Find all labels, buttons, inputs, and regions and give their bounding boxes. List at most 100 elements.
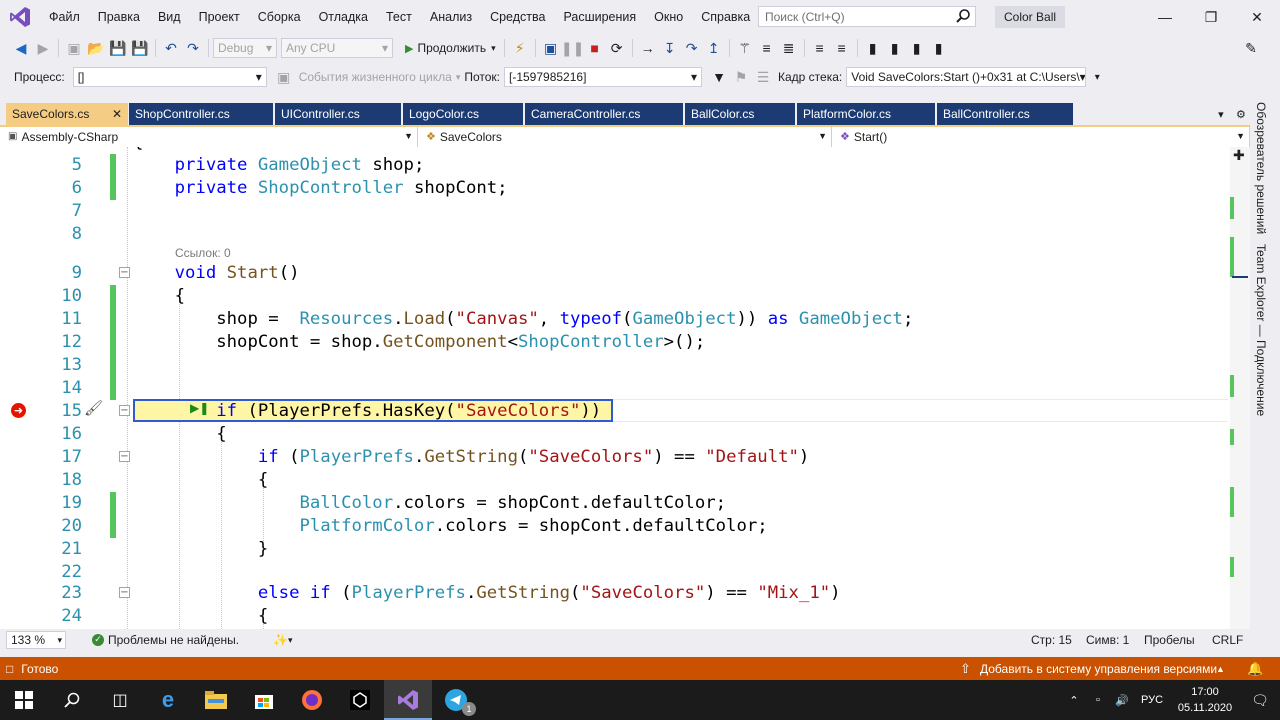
tab-cameracontroller[interactable]: CameraController.cs (525, 103, 683, 125)
problems-status[interactable]: Проблемы не найдены. (108, 633, 239, 647)
redo-icon[interactable]: ↷ (182, 37, 204, 59)
live-share-icon[interactable]: ✎ (1240, 37, 1262, 59)
step-into-icon[interactable]: ↧ (659, 37, 681, 59)
task-view-icon[interactable]: ◫ (96, 680, 144, 720)
unity-icon[interactable] (336, 680, 384, 720)
back-icon[interactable]: ◀ (10, 37, 32, 59)
menu-project[interactable]: Проект (190, 0, 249, 34)
open-folder-icon[interactable]: 📂 (85, 37, 107, 59)
edge-icon[interactable]: e (144, 680, 192, 720)
process-select[interactable]: [] ▾ (72, 67, 267, 87)
tab-ballcolor[interactable]: BallColor.cs (685, 103, 795, 125)
file-explorer-icon[interactable] (192, 680, 240, 720)
bookmark-icon[interactable]: ▮ (862, 37, 884, 59)
telegram-icon[interactable]: 1 (432, 680, 480, 720)
prev-bookmark-icon[interactable]: ▮ (884, 37, 906, 59)
step-out-icon[interactable]: ↥ (703, 37, 725, 59)
filter-icon[interactable]: ▼ (708, 66, 730, 88)
save-all-icon[interactable]: 💾 (129, 37, 151, 59)
menu-test[interactable]: Тест (377, 0, 421, 34)
menu-debug[interactable]: Отладка (310, 0, 377, 34)
chevron-up-icon[interactable]: ▲ (1216, 664, 1225, 674)
minimize-icon[interactable]: — (1142, 0, 1188, 34)
continue-button[interactable]: ▶ Продолжить ▾ (401, 41, 500, 55)
chevron-up-icon[interactable]: ⌃ (1062, 694, 1086, 707)
tab-shopcontroller[interactable]: ShopController.cs (129, 103, 273, 125)
store-icon[interactable] (240, 680, 288, 720)
visual-studio-taskbar-icon[interactable] (384, 680, 432, 720)
step-over-icon[interactable]: ↷ (681, 37, 703, 59)
keyboard-language[interactable]: РУС (1134, 694, 1170, 706)
close-icon[interactable]: ✕ (1234, 0, 1280, 34)
toolbar-overflow-icon[interactable]: ▾ (1086, 66, 1108, 88)
collapse-icon[interactable]: − (119, 405, 130, 416)
member-select[interactable]: ❖ Start() ▼ (832, 127, 1250, 147)
class-select[interactable]: ❖ SaveColors ▼ (418, 127, 832, 147)
lifecycle-events-label[interactable]: События жизненного цикла (295, 70, 456, 84)
line-ending[interactable]: CRLF (1212, 633, 1243, 647)
format-icon[interactable]: ≡ (756, 37, 778, 59)
notifications-bell-icon[interactable]: 🔔 (1247, 661, 1263, 677)
stack-frame-select[interactable]: Void SaveColors:Start ()+0x31 at C:\User… (846, 67, 1087, 87)
codelens-references[interactable]: Ссылок: 0 (175, 246, 231, 260)
platform-select[interactable]: Any CPU ▾ (281, 38, 393, 58)
output-window-icon[interactable]: □ (6, 662, 13, 676)
windows-start-icon[interactable] (0, 680, 48, 720)
pause-icon[interactable]: ❚❚ (561, 37, 584, 59)
collapse-icon[interactable]: − (119, 267, 130, 278)
config-select[interactable]: Debug ▾ (213, 38, 277, 58)
whitespace-mode[interactable]: Пробелы (1144, 633, 1195, 647)
new-project-icon[interactable]: ▣ (63, 37, 85, 59)
comment-icon[interactable]: ≣ (778, 37, 800, 59)
visual-studio-logo-icon[interactable] (0, 0, 40, 34)
menu-analyze[interactable]: Анализ (421, 0, 481, 34)
search-icon[interactable] (48, 680, 96, 720)
search-input[interactable]: Поиск (Ctrl+Q) (758, 6, 976, 27)
clear-bookmarks-icon[interactable]: ▮ (928, 37, 950, 59)
screenshot-icon[interactable]: ▣ (540, 37, 562, 59)
tab-platformcolor[interactable]: PlatformColor.cs (797, 103, 935, 125)
undo-icon[interactable]: ↶ (160, 37, 182, 59)
menu-file[interactable]: Файл (40, 0, 89, 34)
action-center-icon[interactable]: 🗨 (1240, 692, 1280, 709)
attach-icon[interactable]: ⚡ (509, 37, 531, 59)
clock[interactable]: 17:00 05.11.2020 (1170, 684, 1240, 716)
menu-view[interactable]: Вид (149, 0, 190, 34)
chevron-down-icon[interactable]: ▾ (288, 635, 293, 646)
menu-window[interactable]: Окно (645, 0, 692, 34)
show-next-statement-icon[interactable]: → (637, 37, 659, 59)
restart-icon[interactable]: ⟳ (606, 37, 628, 59)
settings-icon[interactable]: ⚙ (1236, 108, 1246, 121)
flag-threads-icon[interactable]: ⚑ (730, 66, 752, 88)
outdent-icon[interactable]: ≡ (831, 37, 853, 59)
menu-edit[interactable]: Правка (89, 0, 149, 34)
next-bookmark-icon[interactable]: ▮ (906, 37, 928, 59)
firefox-icon[interactable] (288, 680, 336, 720)
code-editor[interactable]: { 5 private GameObject shop; 6 private S… (0, 147, 1230, 629)
collapse-icon[interactable]: − (119, 587, 130, 598)
menu-tools[interactable]: Средства (481, 0, 554, 34)
save-icon[interactable]: 💾 (107, 37, 129, 59)
project-select[interactable]: ▣ Assembly-CSharp ▼ (0, 127, 418, 147)
split-editor-icon[interactable]: ✚ (1233, 147, 1245, 164)
network-icon[interactable]: ▫ (1086, 694, 1110, 706)
tab-savecolors[interactable]: SaveColors.cs ✕ (6, 103, 128, 125)
menu-help[interactable]: Справка (692, 0, 759, 34)
team-explorer-tab[interactable]: Team Explorer — Подключение (1254, 244, 1268, 416)
forward-icon[interactable]: ▶ (32, 37, 54, 59)
restore-icon[interactable]: ❐ (1188, 0, 1234, 34)
editor-vertical-scrollbar[interactable]: ✚ (1230, 147, 1250, 629)
collapse-icon[interactable]: − (119, 451, 130, 462)
hot-reload-icon[interactable]: ⚚ (734, 37, 756, 59)
thread-select[interactable]: [-1597985216] ▾ (504, 67, 702, 87)
tab-logocolor[interactable]: LogoColor.cs (403, 103, 523, 125)
menu-build[interactable]: Сборка (249, 0, 310, 34)
indent-icon[interactable]: ≡ (809, 37, 831, 59)
project-title[interactable]: Color Ball (995, 6, 1066, 28)
solution-explorer-tab[interactable]: Обозреватель решений (1254, 102, 1268, 234)
volume-icon[interactable]: 🔊 (1110, 694, 1134, 707)
parallel-stacks-icon[interactable]: ☰ (752, 66, 774, 88)
close-tab-icon[interactable]: ✕ (112, 103, 122, 125)
menu-extensions[interactable]: Расширения (554, 0, 645, 34)
tab-uicontroller[interactable]: UIController.cs (275, 103, 401, 125)
